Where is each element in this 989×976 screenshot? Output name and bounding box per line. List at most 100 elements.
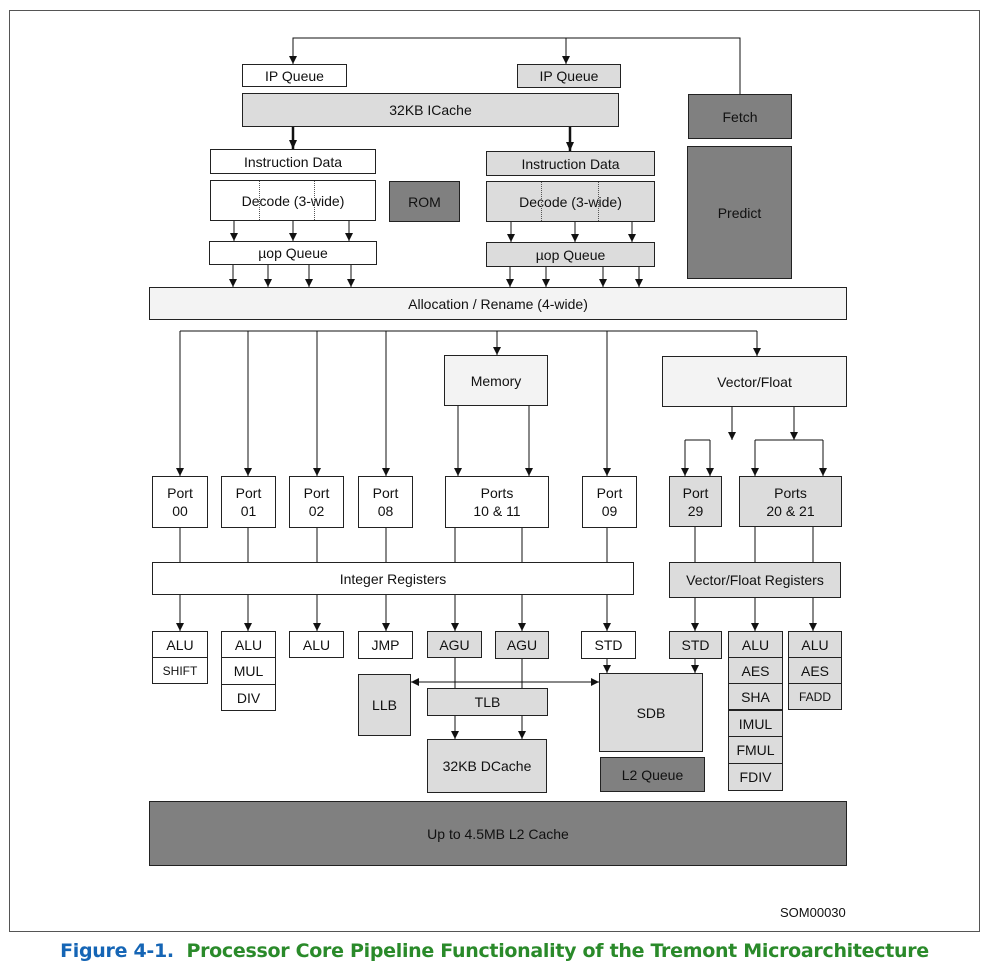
arrowhead xyxy=(591,678,599,686)
div-p01: DIV xyxy=(221,684,276,711)
arrowhead xyxy=(411,678,419,686)
arrowhead xyxy=(382,468,390,476)
arrowhead xyxy=(382,623,390,631)
ip-queue-right: IP Queue xyxy=(517,64,621,88)
fetch: Fetch xyxy=(688,94,792,139)
arrowhead xyxy=(691,623,699,631)
allocation-rename: Allocation / Rename (4-wide) xyxy=(149,287,847,320)
decode-left-label: Decode (3-wide) xyxy=(241,192,345,209)
arrowhead xyxy=(454,468,462,476)
icache: 32KB ICache xyxy=(242,93,619,127)
shift-p00: SHIFT xyxy=(152,657,208,684)
alu-p21: ALU xyxy=(788,631,842,658)
alu-p02: ALU xyxy=(289,631,344,658)
arrowhead xyxy=(176,468,184,476)
tlb: TLB xyxy=(427,688,548,716)
uop-queue-left: µop Queue xyxy=(209,241,377,265)
arrowhead xyxy=(691,665,699,673)
arrowhead xyxy=(451,731,459,739)
caption-title: Processor Core Pipeline Functionality of… xyxy=(186,940,929,962)
arrowhead xyxy=(603,468,611,476)
arrowhead xyxy=(518,623,526,631)
l2-cache: Up to 4.5MB L2 Cache xyxy=(149,801,847,866)
arrowhead xyxy=(751,623,759,631)
std-p29: STD xyxy=(669,631,722,659)
caption-number: Figure 4-1. xyxy=(60,940,174,962)
arrowhead xyxy=(753,348,761,356)
arrowhead xyxy=(518,731,526,739)
arrowhead xyxy=(566,142,574,151)
alu-p20: ALU xyxy=(728,631,783,658)
port-08: Port 08 xyxy=(358,476,413,528)
alu-p00: ALU xyxy=(152,631,208,658)
rom: ROM xyxy=(389,181,460,222)
port-02: Port 02 xyxy=(289,476,344,528)
instruction-data-left: Instruction Data xyxy=(210,149,376,174)
figure-caption: Figure 4-1. Processor Core Pipeline Func… xyxy=(0,940,989,962)
ports-20-21: Ports 20 & 21 xyxy=(739,476,842,527)
port-09: Port 09 xyxy=(582,476,637,528)
agu-2: AGU xyxy=(495,631,549,659)
jmp-p08: JMP xyxy=(358,631,413,659)
port-29: Port 29 xyxy=(669,476,722,527)
decode-right: Decode (3-wide) xyxy=(486,181,655,222)
arrowhead xyxy=(628,234,636,242)
arrowhead xyxy=(506,279,514,287)
arrowhead xyxy=(542,279,550,287)
decode-right-label: Decode (3-wide) xyxy=(519,193,622,210)
arrowhead xyxy=(809,623,817,631)
vector-float: Vector/Float xyxy=(662,356,847,407)
fadd-p21: FADD xyxy=(788,683,842,710)
instruction-data-right: Instruction Data xyxy=(486,151,655,176)
mul-p01: MUL xyxy=(221,657,276,685)
arrowhead xyxy=(289,56,297,64)
agu-1: AGU xyxy=(427,631,482,658)
sdb: SDB xyxy=(599,673,703,752)
arrowhead xyxy=(347,279,355,287)
aes-p20: AES xyxy=(728,657,783,684)
arrowhead xyxy=(493,347,501,355)
std-p09: STD xyxy=(581,631,636,659)
arrowhead xyxy=(229,279,237,287)
arrowhead xyxy=(681,468,689,476)
arrowhead xyxy=(313,468,321,476)
port-00: Port 00 xyxy=(152,476,208,528)
aes-p21: AES xyxy=(788,657,842,684)
ports-10-11: Ports 10 & 11 xyxy=(445,476,549,528)
fmul-p20: FMUL xyxy=(728,736,783,764)
arrowhead xyxy=(562,56,570,64)
arrowhead xyxy=(345,233,353,241)
imul-p20: IMUL xyxy=(728,710,783,737)
arrowhead xyxy=(571,234,579,242)
predict: Predict xyxy=(687,146,792,279)
fdiv-p20: FDIV xyxy=(728,763,783,791)
arrowhead xyxy=(790,432,798,440)
alu-p01: ALU xyxy=(221,631,276,658)
arrowhead xyxy=(289,233,297,241)
arrowhead xyxy=(525,468,533,476)
integer-registers: Integer Registers xyxy=(152,562,634,595)
ip-queue-left: IP Queue xyxy=(242,64,347,87)
arrowhead xyxy=(264,279,272,287)
arrowhead xyxy=(603,665,611,673)
dcache: 32KB DCache xyxy=(427,739,547,793)
arrowhead xyxy=(728,432,736,440)
port-01: Port 01 xyxy=(221,476,276,528)
vector-float-registers: Vector/Float Registers xyxy=(669,562,841,598)
memory: Memory xyxy=(444,355,548,406)
arrowhead xyxy=(230,233,238,241)
llb: LLB xyxy=(358,674,411,736)
uop-queue-right: µop Queue xyxy=(486,242,655,267)
arrowhead xyxy=(176,623,184,631)
arrowhead xyxy=(305,279,313,287)
arrowhead xyxy=(244,623,252,631)
sha-p20: SHA xyxy=(728,683,783,711)
arrowhead xyxy=(244,468,252,476)
arrowhead xyxy=(819,468,827,476)
arrowhead xyxy=(507,234,515,242)
arrowhead xyxy=(451,623,459,631)
arrowhead xyxy=(635,279,643,287)
l2-queue: L2 Queue xyxy=(600,757,705,792)
arrowhead xyxy=(751,468,759,476)
figure-id: SOM00030 xyxy=(780,905,846,920)
